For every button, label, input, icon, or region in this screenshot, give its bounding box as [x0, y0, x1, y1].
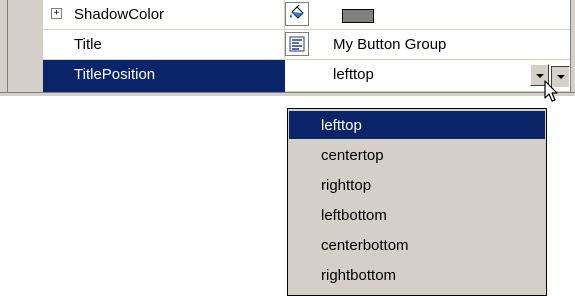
- grid-gutter: [8, 0, 43, 92]
- grid-bottom-border: [0, 92, 575, 96]
- dropdown-list[interactable]: lefttop centertop righttop leftbottom ce…: [287, 108, 547, 296]
- property-name-cell[interactable]: + ShadowColor: [43, 0, 285, 30]
- property-name-cell[interactable]: Title: [43, 30, 285, 60]
- chevron-down-icon: [557, 75, 565, 79]
- dropdown-option-leftbottom[interactable]: leftbottom: [289, 201, 545, 229]
- property-row-titleposition[interactable]: TitlePosition lefttop: [43, 60, 570, 92]
- option-label: rightbottom: [321, 267, 397, 284]
- chevron-down-icon: [536, 74, 544, 78]
- option-label: leftbottom: [321, 207, 387, 224]
- property-value-cell[interactable]: My Button Group: [285, 30, 570, 60]
- dropdown-option-centertop[interactable]: centertop: [289, 141, 545, 169]
- color-swatch: [342, 9, 374, 23]
- property-name-cell[interactable]: TitlePosition: [43, 60, 285, 92]
- option-label: centertop: [321, 147, 384, 164]
- mouse-pointer-icon: [544, 80, 560, 108]
- expand-plus-icon[interactable]: +: [51, 8, 62, 19]
- property-value: lefttop: [333, 66, 374, 83]
- property-grid: + ShadowColor Title My Button Group Titl…: [0, 0, 575, 92]
- text-align-icon[interactable]: [285, 32, 309, 56]
- dropdown-option-lefttop[interactable]: lefttop: [289, 111, 545, 139]
- property-row-title[interactable]: Title My Button Group: [43, 30, 570, 60]
- property-row-shadowcolor[interactable]: + ShadowColor: [43, 0, 570, 30]
- option-label: righttop: [321, 177, 372, 194]
- property-name: ShadowColor: [74, 6, 165, 23]
- property-name: TitlePosition: [74, 66, 156, 83]
- option-label: centerbottom: [321, 237, 409, 254]
- property-value-cell[interactable]: lefttop: [285, 60, 570, 92]
- property-name: Title: [74, 36, 102, 53]
- dropdown-option-rightbottom[interactable]: rightbottom: [289, 261, 545, 289]
- property-value-cell[interactable]: [285, 0, 570, 30]
- dropdown-option-righttop[interactable]: righttop: [289, 171, 545, 199]
- grid-left-border: [0, 0, 8, 92]
- property-value: My Button Group: [333, 36, 447, 53]
- option-label: lefttop: [321, 117, 362, 134]
- dropdown-option-centerbottom[interactable]: centerbottom: [289, 231, 545, 259]
- grid-right-border: [570, 0, 575, 92]
- paint-bucket-icon[interactable]: [285, 2, 309, 26]
